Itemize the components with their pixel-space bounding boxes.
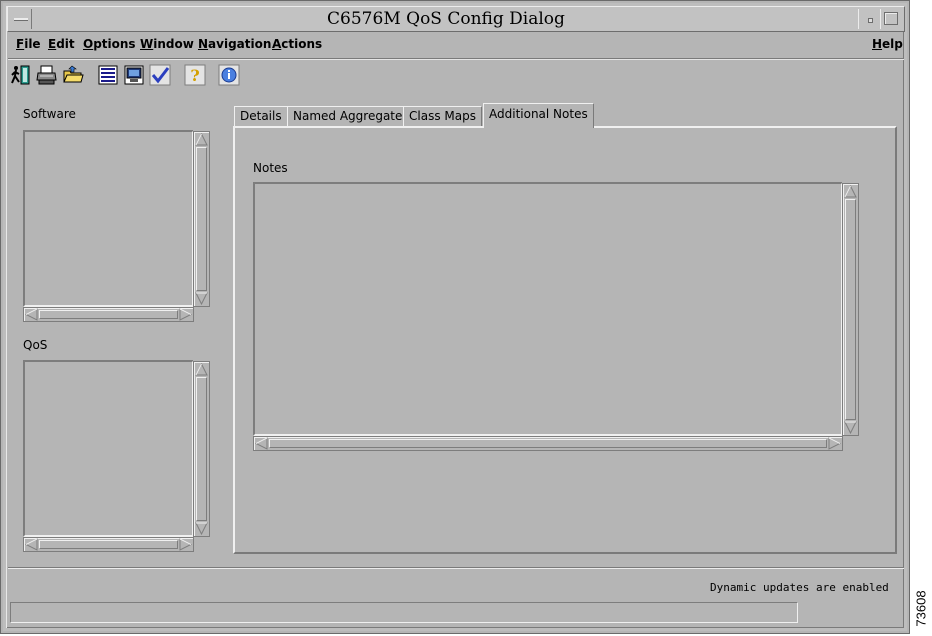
scroll-left-icon[interactable] xyxy=(25,308,38,321)
svg-text:?: ? xyxy=(190,66,199,85)
menu-file[interactable]: File xyxy=(16,37,41,51)
tab-class-maps[interactable]: Class Maps xyxy=(403,106,482,127)
menu-edit[interactable]: Edit xyxy=(48,37,75,51)
maximize-icon[interactable] xyxy=(880,9,902,29)
figure-id: 73608 xyxy=(910,585,932,631)
qos-horizontal-scrollbar[interactable] xyxy=(23,537,194,552)
list-icon[interactable] xyxy=(97,63,119,87)
status-separator xyxy=(8,567,904,569)
window-title: C6576M QoS Config Dialog xyxy=(327,9,565,29)
status-message: Dynamic updates are enabled xyxy=(710,581,889,594)
title-bar[interactable]: C6576M QoS Config Dialog xyxy=(7,6,905,32)
software-horizontal-scrollbar[interactable] xyxy=(23,307,194,322)
software-hscroll-thumb[interactable] xyxy=(39,310,178,319)
exit-icon[interactable] xyxy=(10,63,32,87)
qos-label: QoS xyxy=(23,338,48,352)
qos-vertical-scrollbar[interactable] xyxy=(193,361,210,537)
scroll-down-icon[interactable] xyxy=(195,292,208,305)
notes-hscroll-thumb[interactable] xyxy=(269,439,827,448)
help-icon[interactable]: ? xyxy=(184,63,206,87)
menu-actions[interactable]: Actions xyxy=(272,37,322,51)
notes-label: Notes xyxy=(253,161,288,175)
menu-navigation[interactable]: Navigation xyxy=(198,37,271,51)
scroll-right-icon[interactable] xyxy=(179,538,192,551)
monitor-icon[interactable] xyxy=(123,63,145,87)
notes-horizontal-scrollbar[interactable] xyxy=(253,436,843,451)
menu-window[interactable]: Window xyxy=(140,37,194,51)
menu-options[interactable]: Options xyxy=(83,37,136,51)
menu-bar: File Edit Options Window Navigation Acti… xyxy=(8,33,904,59)
notes-textarea[interactable] xyxy=(253,182,843,436)
notes-vertical-scrollbar[interactable] xyxy=(842,183,859,436)
scroll-down-icon[interactable] xyxy=(195,522,208,535)
minimize-icon[interactable] xyxy=(858,9,880,29)
scroll-right-icon[interactable] xyxy=(828,437,841,450)
software-vertical-scrollbar[interactable] xyxy=(193,131,210,307)
scroll-left-icon[interactable] xyxy=(255,437,268,450)
status-bar-field xyxy=(10,602,798,623)
dialog-window: C6576M QoS Config Dialog File Edit Optio… xyxy=(0,0,910,634)
qos-hscroll-thumb[interactable] xyxy=(39,540,178,549)
scroll-up-icon[interactable] xyxy=(195,363,208,376)
scroll-up-icon[interactable] xyxy=(195,133,208,146)
info-icon[interactable] xyxy=(218,63,240,87)
qos-list[interactable] xyxy=(23,360,194,537)
window-menu-icon[interactable] xyxy=(10,9,32,29)
software-vscroll-thumb[interactable] xyxy=(196,147,207,291)
scroll-right-icon[interactable] xyxy=(179,308,192,321)
scroll-up-icon[interactable] xyxy=(844,185,857,198)
software-list[interactable] xyxy=(23,130,194,307)
tab-details[interactable]: Details xyxy=(234,106,288,127)
figure-id-text: 73608 xyxy=(913,589,929,627)
open-folder-icon[interactable] xyxy=(62,63,84,87)
scroll-left-icon[interactable] xyxy=(25,538,38,551)
tab-additional-notes[interactable]: Additional Notes xyxy=(483,103,594,128)
menu-help[interactable]: Help xyxy=(872,37,903,51)
qos-vscroll-thumb[interactable] xyxy=(196,377,207,521)
software-label: Software xyxy=(23,107,76,121)
tab-named-aggregate[interactable]: Named Aggregate xyxy=(287,106,409,127)
scroll-down-icon[interactable] xyxy=(844,421,857,434)
print-icon[interactable] xyxy=(36,63,58,87)
checkmark-icon[interactable] xyxy=(149,63,171,87)
notes-vscroll-thumb[interactable] xyxy=(845,199,856,420)
